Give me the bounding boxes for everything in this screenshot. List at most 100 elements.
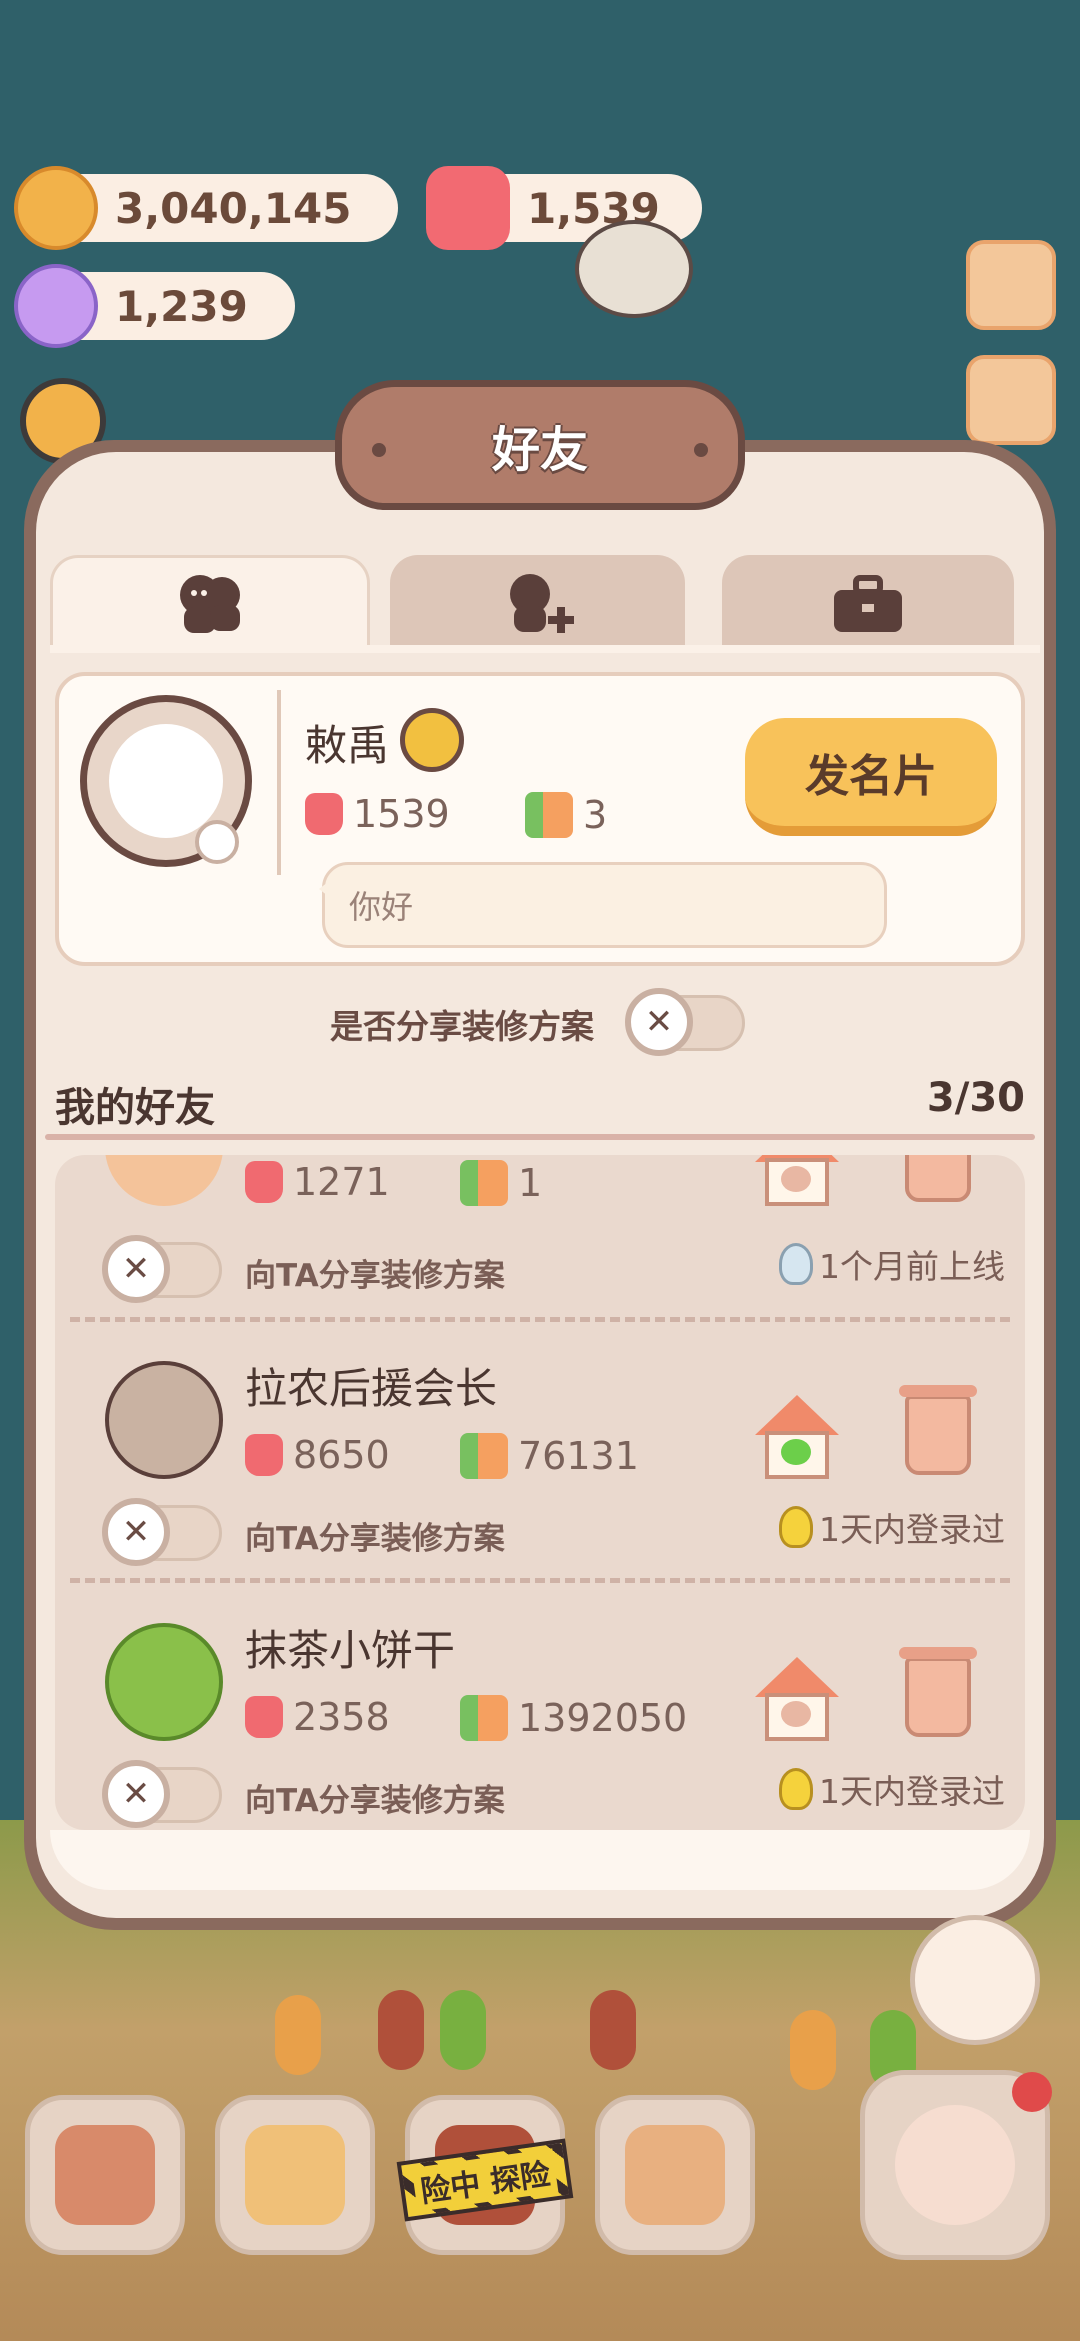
nav-home-button[interactable] (25, 2095, 185, 2255)
jelly-icon (426, 166, 510, 250)
briefcase-icon (834, 574, 902, 632)
friend-trophy-stat: 76131 (460, 1433, 639, 1479)
cookie-character (378, 1990, 424, 2070)
notification-dot (1012, 2072, 1052, 2112)
profile-trophy-value: 3 (583, 793, 608, 837)
cookie-character (590, 1990, 636, 2070)
crystal-value: 1,239 (115, 281, 248, 331)
tab-briefcase[interactable] (722, 555, 1014, 650)
tab-add-friend[interactable] (390, 555, 685, 650)
friends-icon (180, 575, 240, 633)
trash-icon[interactable] (905, 1155, 971, 1202)
friend-jelly-value: 1271 (293, 1160, 390, 1204)
cookie-character (440, 1990, 486, 2070)
friend-trophy-stat: 1 (460, 1160, 542, 1206)
friend-share-label: 向TA分享装修方案 (245, 1521, 505, 1557)
heart-icon (781, 1439, 811, 1465)
profile-name: 敕禹 (305, 721, 390, 770)
profile-jelly-value: 1539 (353, 792, 450, 836)
friend-row: 抹茶小饼干 2358 1392050 ✕ 向TA分享装修方案 1天内登录过 (55, 1585, 1025, 1830)
refresh-avatar-icon[interactable] (195, 820, 239, 864)
stamp-icon[interactable] (966, 355, 1056, 445)
greeting-bubble[interactable]: 你好 (319, 862, 887, 948)
coins-counter[interactable]: 3,040,145 (14, 166, 398, 250)
close-icon: ✕ (625, 988, 693, 1056)
friend-share-toggle[interactable]: ✕ (102, 1498, 222, 1566)
friend-share-toggle[interactable]: ✕ (102, 1760, 222, 1828)
settings-gear-icon[interactable] (966, 240, 1056, 330)
cookie-coin-icon (14, 166, 98, 250)
tab-friends[interactable] (50, 555, 370, 650)
friend-online-text: 1天内登录过 (819, 1510, 1005, 1549)
jelly-icon (245, 1434, 283, 1476)
friend-avatar[interactable] (105, 1155, 223, 1206)
tab-underline (50, 645, 1040, 653)
friend-trophy-value: 1 (518, 1161, 543, 1205)
friend-avatar[interactable] (105, 1623, 223, 1741)
trophy-cups-icon (525, 792, 573, 838)
heart-icon (781, 1701, 811, 1727)
friend-trophy-value: 76131 (518, 1434, 639, 1478)
friends-list[interactable]: 1271 1 ✕ 向TA分享装修方案 1个月前上线 拉农后援会长 8650 76… (55, 1155, 1025, 1830)
profile-divider (277, 690, 281, 875)
greeting-text: 你好 (349, 888, 414, 926)
friend-avatar[interactable] (105, 1361, 223, 1479)
bulb-on-icon (779, 1506, 813, 1548)
visit-home-button[interactable] (755, 1395, 839, 1479)
shop-stall-icon (625, 2125, 725, 2225)
jelly-icon (245, 1161, 283, 1203)
nav-shop-button[interactable] (595, 2095, 755, 2255)
crystal-counter[interactable]: 1,239 (14, 264, 295, 348)
friend-jelly-stat: 1271 (245, 1160, 390, 1204)
row-divider (70, 1317, 1010, 1322)
send-card-label: 发名片 (805, 751, 937, 802)
send-card-button[interactable]: 发名片 (745, 718, 997, 836)
notebook-icon (245, 2125, 345, 2225)
friend-online-status: 1个月前上线 (779, 1240, 1005, 1288)
friend-share-toggle[interactable]: ✕ (102, 1235, 222, 1303)
close-icon: ✕ (102, 1235, 170, 1303)
close-icon: ✕ (102, 1760, 170, 1828)
cookie-character (790, 2010, 836, 2090)
friend-jelly-stat: 8650 (245, 1433, 390, 1477)
add-friend-icon (509, 573, 574, 633)
friend-name: 抹茶小饼干 (245, 1626, 456, 1675)
trophy-cups-icon (460, 1695, 508, 1741)
bulb-on-icon (779, 1768, 813, 1810)
friend-jelly-value: 2358 (293, 1695, 390, 1739)
chef-badge-icon[interactable] (400, 708, 464, 772)
friend-online-status: 1天内登录过 (779, 1765, 1005, 1813)
friends-section-title: 我的好友 (55, 1085, 215, 1131)
jelly-icon (305, 793, 343, 835)
nav-notebook-button[interactable] (215, 2095, 375, 2255)
friend-row: 拉农后援会长 8650 76131 ✕ 向TA分享装修方案 1天内登录过 (55, 1323, 1025, 1585)
mushroom-house-icon (55, 2125, 155, 2225)
share-setting-label: 是否分享装修方案 (330, 1007, 594, 1046)
friend-trophy-value: 1392050 (518, 1696, 688, 1740)
friend-jelly-stat: 2358 (245, 1695, 390, 1739)
panel-title: 好友 (491, 422, 588, 478)
cookie-character (275, 1995, 321, 2075)
crystal-icon (14, 264, 98, 348)
trash-icon[interactable] (899, 1385, 977, 1475)
friend-trophy-stat: 1392050 (460, 1695, 687, 1741)
panel-title-plate: 好友 (335, 380, 745, 510)
friends-divider (45, 1134, 1035, 1140)
friends-count: 3/30 (926, 1075, 1025, 1121)
profile-trophy-stat: 3 (525, 792, 607, 838)
coins-value: 3,040,145 (115, 183, 352, 233)
visit-home-button[interactable] (755, 1155, 839, 1206)
visit-home-button[interactable] (755, 1657, 839, 1741)
event-cat-icon[interactable] (910, 1915, 1040, 2045)
share-setting-toggle[interactable]: ✕ (625, 988, 745, 1056)
close-icon: ✕ (102, 1498, 170, 1566)
trash-icon[interactable] (899, 1647, 977, 1737)
heart-icon (781, 1166, 811, 1192)
bag-creature-icon (895, 2105, 1015, 2225)
house-roof-icon (755, 1395, 839, 1435)
friend-online-text: 1个月前上线 (819, 1247, 1005, 1286)
trophy-cups-icon (460, 1160, 508, 1206)
friend-online-text: 1天内登录过 (819, 1772, 1005, 1811)
panda-balloon-icon[interactable] (575, 220, 693, 318)
friend-share-label: 向TA分享装修方案 (245, 1783, 505, 1819)
